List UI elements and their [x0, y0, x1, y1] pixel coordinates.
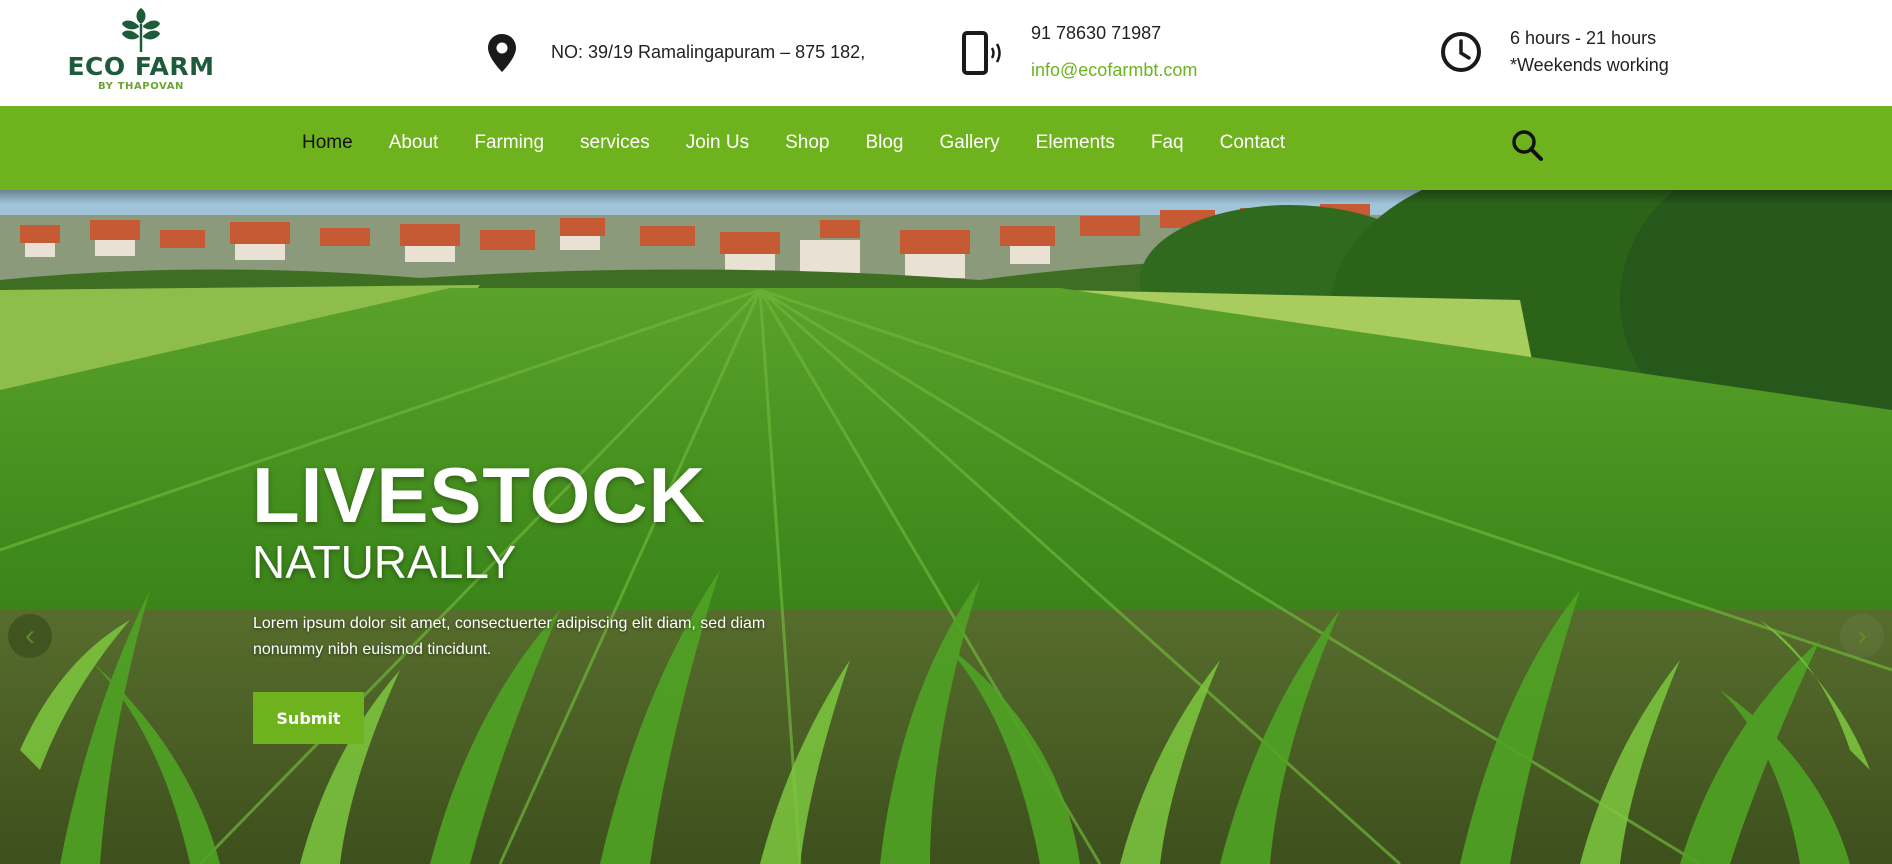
address-block: NO: 39/19 Ramalingapuram – 875 182,	[486, 0, 886, 106]
nav-item-about[interactable]: About	[389, 126, 439, 160]
nav-item-gallery[interactable]: Gallery	[939, 126, 999, 160]
hero-slider: LIVESTOCK NATURALLY Lorem ipsum dolor si…	[0, 190, 1892, 864]
submit-button[interactable]: Submit	[253, 692, 364, 744]
address-text: NO: 39/19 Ramalingapuram – 875 182,	[551, 42, 866, 62]
phone-email-block: 91 78630 71987 info@ecofarmbt.com	[962, 0, 1262, 106]
clock-icon	[1441, 32, 1481, 72]
mobile-phone-icon	[962, 31, 1001, 75]
nav-menu: Home About Farming services Join Us Shop…	[302, 126, 1321, 160]
slider-next-arrow-icon[interactable]: ›	[1840, 614, 1884, 658]
location-pin-icon	[488, 34, 516, 72]
main-navigation: Home About Farming services Join Us Shop…	[0, 106, 1892, 190]
nav-item-shop[interactable]: Shop	[785, 126, 829, 160]
weekend-text: *Weekends working	[1510, 55, 1669, 75]
hero-title: LIVESTOCK	[252, 451, 706, 539]
nav-item-home[interactable]: Home	[302, 126, 353, 160]
brand-name: ECO FARM	[67, 52, 215, 81]
top-header: ECO FARM BY THAPOVAN NO: 39/19 Ramalinga…	[0, 0, 1892, 106]
hours-block: 6 hours - 21 hours *Weekends working	[1440, 0, 1740, 106]
phone-number[interactable]: 91 78630 71987	[1031, 23, 1161, 44]
email-link[interactable]: info@ecofarmbt.com	[1031, 60, 1197, 81]
search-icon[interactable]	[1510, 128, 1544, 162]
nav-shadow	[0, 190, 1892, 204]
nav-item-join-us[interactable]: Join Us	[686, 126, 749, 160]
nav-item-contact[interactable]: Contact	[1220, 126, 1285, 160]
nav-item-faq[interactable]: Faq	[1151, 126, 1184, 160]
nav-item-blog[interactable]: Blog	[865, 126, 903, 160]
slider-prev-arrow-icon[interactable]: ‹	[8, 614, 52, 658]
hero-description: Lorem ipsum dolor sit amet, consectuerte…	[253, 615, 766, 658]
nav-item-farming[interactable]: Farming	[474, 126, 544, 160]
logo[interactable]: ECO FARM BY THAPOVAN	[66, 6, 216, 102]
nav-item-elements[interactable]: Elements	[1036, 126, 1115, 160]
hours-text: 6 hours - 21 hours	[1510, 28, 1657, 48]
nav-item-services[interactable]: services	[580, 126, 650, 160]
hero-subtitle: NATURALLY	[252, 536, 517, 588]
brand-tagline: BY THAPOVAN	[97, 81, 185, 92]
leaf-logo-icon	[122, 8, 160, 52]
